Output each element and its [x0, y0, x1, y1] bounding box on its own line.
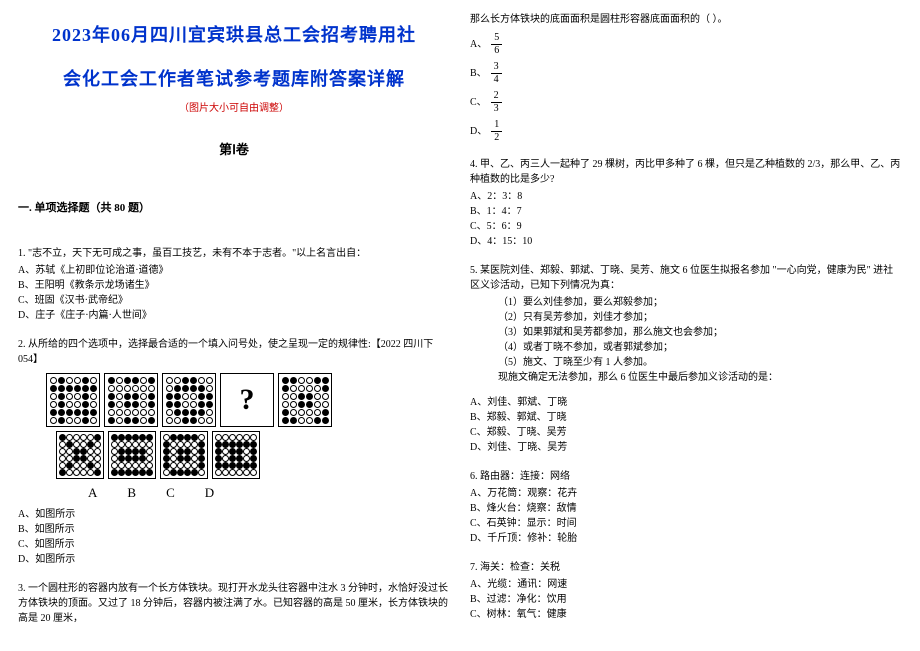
q5-cond4: （4）或者丁晓不参加，或者郭斌参加； [470, 340, 902, 355]
fraction-icon: 12 [491, 120, 502, 143]
q3-stem: 3. 一个圆柱形的容器内放有一个长方体铁块。现打开水龙头往容器中注水 3 分钟时… [18, 581, 450, 626]
label-c: C、 [470, 95, 487, 110]
q7-opt-a: A、光缆：通讯：网速 [470, 577, 902, 592]
fraction-icon: 56 [491, 33, 502, 56]
option-labels: A B C D [88, 483, 450, 503]
question-3-part1: 3. 一个圆柱形的容器内放有一个长方体铁块。现打开水龙头往容器中注水 3 分钟时… [18, 581, 450, 626]
q2-opt-a: A、如图所示 [18, 507, 450, 522]
doc-title-line1: 2023年06月四川宜宾珙县总工会招考聘用社 [18, 16, 450, 56]
q5-stem2: 现施文确定无法参加，那么 6 位医生中最后参加义诊活动的是： [470, 370, 902, 385]
doc-title-line2: 会化工会工作者笔试参考题库附答案详解 [18, 60, 450, 100]
q1-opt-d: D、庄子《庄子·内篇·人世间》 [18, 308, 450, 323]
q6-opt-d: D、千斤顶：修补：轮胎 [470, 531, 902, 546]
question-1: 1. "志不立，天下无可成之事，虽百工技艺，未有不本于志者。"以上名言出自： A… [18, 246, 450, 323]
q6-stem: 6. 路由器：连接：网络 [470, 469, 902, 484]
pattern-cell [278, 373, 332, 427]
label-a: A、 [470, 37, 487, 52]
question-7: 7. 海关：检查：关税 A、光缆：通讯：网速 B、过滤：净化：饮用 C、树林：氧… [470, 560, 902, 622]
q7-stem: 7. 海关：检查：关税 [470, 560, 902, 575]
q3-opt-d: D、 12 [470, 120, 902, 143]
q2-opt-b: B、如图所示 [18, 522, 450, 537]
q4-opt-c: C、5：6：9 [470, 219, 902, 234]
q5-cond5: （5）施文、丁晓至少有 1 人参加。 [470, 355, 902, 370]
q2-opt-d: D、如图所示 [18, 552, 450, 567]
label-b: B [127, 483, 136, 503]
question-5: 5. 某医院刘佳、郑毅、郭斌、丁晓、吴芳、施文 6 位医生拟报名参加 "一心向党… [470, 263, 902, 455]
fraction-icon: 23 [491, 91, 502, 114]
q7-opt-c: C、树林：氧气：健康 [470, 607, 902, 622]
label-b: B、 [470, 66, 487, 81]
q3-opt-c: C、 23 [470, 91, 902, 114]
doc-subtitle: （图片大小可自由调整） [18, 101, 450, 116]
question-mark-cell: ? [220, 373, 274, 427]
question-2: 2. 从所给的四个选项中，选择最合适的一个填入问号处，使之呈现一定的规律性:【2… [18, 337, 450, 567]
q5-stem1: 5. 某医院刘佳、郑毅、郭斌、丁晓、吴芳、施文 6 位医生拟报名参加 "一心向党… [470, 263, 902, 293]
q6-opt-a: A、万花筒：观察：花卉 [470, 486, 902, 501]
q5-opt-c: C、郑毅、丁晓、吴芳 [470, 425, 902, 440]
q5-cond1: （1）要么刘佳参加，要么郑毅参加； [470, 295, 902, 310]
q4-opt-a: A、2：3：8 [470, 189, 902, 204]
option-cell-d [212, 431, 260, 479]
option-cell-c [160, 431, 208, 479]
q4-opt-d: D、4：15：10 [470, 234, 902, 249]
q6-opt-c: C、石英钟：显示：时间 [470, 516, 902, 531]
q3-opt-b: B、 34 [470, 62, 902, 85]
q7-opt-b: B、过滤：净化：饮用 [470, 592, 902, 607]
q3-cont: 那么长方体铁块的底面面积是圆柱形容器底面面积的（ ）。 [470, 12, 902, 27]
q2-stem: 2. 从所给的四个选项中，选择最合适的一个填入问号处，使之呈现一定的规律性:【2… [18, 337, 450, 367]
q4-opt-b: B、1：4：7 [470, 204, 902, 219]
q4-stem: 4. 甲、乙、丙三人一起种了 29 棵树，丙比甲多种了 6 棵，但只是乙种植数的… [470, 157, 902, 187]
q5-opt-b: B、郑毅、郭斌、丁晓 [470, 410, 902, 425]
q2-opt-c: C、如图所示 [18, 537, 450, 552]
label-c: C [166, 483, 175, 503]
q5-opt-d: D、刘佳、丁晓、吴芳 [470, 440, 902, 455]
label-d: D、 [470, 124, 487, 139]
q1-opt-a: A、苏轼《上初即位论治道·道德》 [18, 263, 450, 278]
option-cell-b [108, 431, 156, 479]
label-d: D [205, 483, 214, 503]
q2-figure: ? A B C D [46, 373, 450, 503]
q3-opt-a: A、 56 [470, 33, 902, 56]
section-heading: 一. 单项选择题（共 80 题） [18, 200, 450, 217]
label-a: A [88, 483, 97, 503]
pattern-cell [162, 373, 216, 427]
q6-opt-b: B、烽火台：烧察：敌情 [470, 501, 902, 516]
option-cell-a [56, 431, 104, 479]
q5-cond3: （3）如果郭斌和吴芳都参加，那么施文也会参加； [470, 325, 902, 340]
q5-cond2: （2）只有吴芳参加，刘佳才参加； [470, 310, 902, 325]
pattern-cell [104, 373, 158, 427]
q1-stem: 1. "志不立，天下无可成之事，虽百工技艺，未有不本于志者。"以上名言出自： [18, 246, 450, 261]
q5-opt-a: A、刘佳、郭斌、丁晓 [470, 395, 902, 410]
question-4: 4. 甲、乙、丙三人一起种了 29 棵树，丙比甲多种了 6 棵，但只是乙种植数的… [470, 157, 902, 249]
question-6: 6. 路由器：连接：网络 A、万花筒：观察：花卉 B、烽火台：烧察：敌情 C、石… [470, 469, 902, 546]
q1-opt-b: B、王阳明《教条示龙场诸生》 [18, 278, 450, 293]
volume-label: 第Ⅰ卷 [18, 140, 450, 160]
pattern-cell [46, 373, 100, 427]
fraction-icon: 34 [491, 62, 502, 85]
q1-opt-c: C、班固《汉书·武帝纪》 [18, 293, 450, 308]
